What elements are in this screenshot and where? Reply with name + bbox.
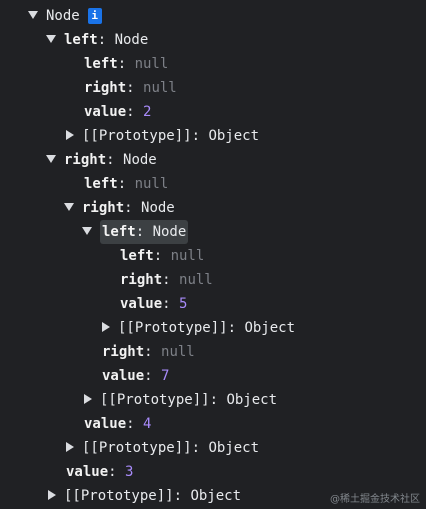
tree-row-rrl-left: left: null	[120, 248, 205, 264]
property-key: value	[120, 296, 163, 312]
expand-arrow-icon[interactable]	[28, 11, 38, 19]
property-key: value	[66, 464, 109, 480]
tree-row-right-right-left[interactable]: left: Node	[82, 220, 189, 244]
tree-row-left-prototype[interactable]: [[Prototype]]: Object	[66, 124, 259, 148]
collapse-arrow-icon[interactable]	[66, 442, 74, 452]
property-value: Object	[190, 488, 242, 504]
tree-row-rr-prototype[interactable]: [[Prototype]]: Object	[84, 388, 277, 412]
tree-row-root-value: value: 3	[66, 464, 134, 480]
property-value: null	[161, 344, 195, 360]
property-key: right	[64, 152, 107, 168]
property-value: null	[134, 176, 169, 192]
tree-row-left-right: right: null	[84, 80, 177, 96]
collapse-arrow-icon[interactable]	[84, 394, 92, 404]
property-key: [[Prototype]]	[100, 392, 210, 408]
tree-row-left-left: left: null	[84, 56, 169, 72]
watermark: @稀土掘金技术社区	[330, 494, 420, 505]
property-value: Object	[244, 320, 296, 336]
tree-row-rrl-value: value: 5	[120, 296, 188, 312]
property-key: right	[120, 272, 163, 288]
property-key: [[Prototype]]	[82, 440, 192, 456]
property-key: value	[102, 368, 145, 384]
expand-arrow-icon[interactable]	[46, 35, 56, 43]
root-type-label: Node	[46, 8, 80, 24]
property-value: Node	[141, 200, 175, 216]
property-key: [[Prototype]]	[82, 128, 192, 144]
property-value: 4	[143, 416, 152, 432]
expand-arrow-icon[interactable]	[82, 227, 92, 235]
tree-row-rr-right: right: null	[102, 344, 195, 360]
property-key: right	[84, 80, 127, 96]
property-key: left	[102, 224, 136, 240]
tree-row-rrl-right: right: null	[120, 272, 213, 288]
tree-row-right-value: value: 4	[84, 416, 152, 432]
property-key: value	[84, 416, 127, 432]
property-value: Node	[152, 224, 187, 240]
property-value: 2	[143, 104, 152, 120]
expand-arrow-icon[interactable]	[46, 155, 56, 163]
tree-row-right-left: left: null	[84, 176, 169, 192]
tree-row-rrl-prototype[interactable]: [[Prototype]]: Object	[102, 316, 295, 340]
collapse-arrow-icon[interactable]	[66, 130, 74, 140]
property-value: Node	[114, 32, 149, 48]
property-value: Node	[123, 152, 157, 168]
property-value: 7	[161, 368, 170, 384]
tree-row-left[interactable]: left: Node	[46, 28, 148, 52]
property-key: [[Prototype]]	[64, 488, 174, 504]
tree-row-right[interactable]: right: Node	[46, 148, 157, 172]
property-key: [[Prototype]]	[118, 320, 228, 336]
console-object-inspector: Node i left: Node left: null right: null …	[0, 0, 426, 509]
collapse-arrow-icon[interactable]	[102, 322, 110, 332]
property-value: null	[134, 56, 169, 72]
tree-row-right-right[interactable]: right: Node	[64, 196, 175, 220]
property-value: null	[170, 248, 205, 264]
property-key: right	[102, 344, 145, 360]
collapse-arrow-icon[interactable]	[48, 490, 56, 500]
property-key: left	[120, 248, 154, 264]
property-value: Object	[208, 440, 260, 456]
info-icon[interactable]: i	[87, 8, 102, 24]
property-key: left	[64, 32, 98, 48]
property-key: left	[84, 56, 118, 72]
property-value: null	[179, 272, 213, 288]
property-value: Object	[208, 128, 260, 144]
tree-row-root[interactable]: Node i	[28, 4, 102, 28]
property-value: null	[143, 80, 177, 96]
tree-row-root-prototype[interactable]: [[Prototype]]: Object	[48, 484, 241, 508]
tree-row-rr-value: value: 7	[102, 368, 170, 384]
property-value: Object	[226, 392, 278, 408]
tree-row-right-prototype[interactable]: [[Prototype]]: Object	[66, 436, 259, 460]
property-key: right	[82, 200, 125, 216]
hover-highlight: left: Node	[100, 220, 189, 244]
tree-row-left-value: value: 2	[84, 104, 152, 120]
property-value: 3	[125, 464, 134, 480]
expand-arrow-icon[interactable]	[64, 203, 74, 211]
property-key: left	[84, 176, 118, 192]
property-key: value	[84, 104, 127, 120]
property-value: 5	[179, 296, 188, 312]
